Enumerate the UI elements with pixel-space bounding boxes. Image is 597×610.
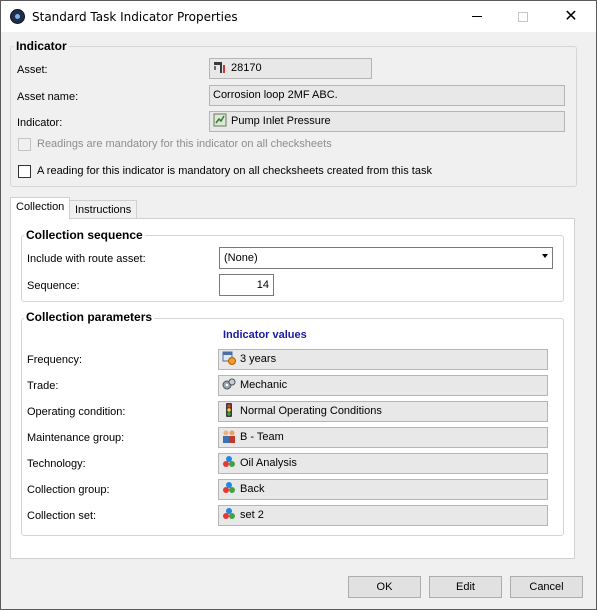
traffic-light-icon xyxy=(222,403,236,418)
gears-icon xyxy=(222,377,236,391)
tab-instructions[interactable]: Instructions xyxy=(69,200,138,220)
cancel-button[interactable]: Cancel xyxy=(510,576,583,598)
maximize-icon xyxy=(518,12,528,22)
indicator-values-header: Indicator values xyxy=(223,329,307,341)
app-icon xyxy=(10,9,25,24)
collection-sequence-title: Collection sequence xyxy=(24,228,145,242)
route-asset-value: (None) xyxy=(224,252,258,264)
reading-mandatory-task-label: A reading for this indicator is mandator… xyxy=(37,165,432,177)
ok-button[interactable]: OK xyxy=(348,576,421,598)
collection-group-field: Back xyxy=(218,479,548,500)
indicator-field: Pump Inlet Pressure xyxy=(209,111,565,132)
asset-name-value: Corrosion loop 2MF ABC. xyxy=(213,89,338,101)
asset-name-label: Asset name: xyxy=(17,91,79,103)
chevron-down-icon xyxy=(542,254,548,258)
route-asset-label: Include with route asset: xyxy=(27,253,146,265)
maintenance-group-field: B - Team xyxy=(218,427,548,448)
trade-field: Mechanic xyxy=(218,375,548,396)
sequence-input[interactable]: 14 xyxy=(219,274,274,296)
maintenance-group-value: B - Team xyxy=(240,431,284,443)
team-icon xyxy=(222,429,236,444)
tab-collection[interactable]: Collection xyxy=(10,197,71,219)
reading-mandatory-task-checkbox[interactable] xyxy=(18,165,31,178)
collection-set-value: set 2 xyxy=(240,509,264,521)
title-bar[interactable]: Standard Task Indicator Properties ✕ xyxy=(1,1,596,32)
indicator-group-title: Indicator xyxy=(14,39,69,53)
maximize-button xyxy=(500,1,546,32)
collection-group-label: Collection group: xyxy=(27,484,110,496)
minimize-button[interactable] xyxy=(454,1,500,32)
operating-condition-value: Normal Operating Conditions xyxy=(240,405,382,417)
close-button[interactable]: ✕ xyxy=(548,1,594,32)
indicator-value: Pump Inlet Pressure xyxy=(231,115,331,127)
dialog-window: Standard Task Indicator Properties ✕ Ind… xyxy=(0,0,597,610)
frequency-value: 3 years xyxy=(240,353,277,365)
asset-label: Asset: xyxy=(17,64,48,76)
collection-set-label: Collection set: xyxy=(27,510,97,522)
route-asset-select[interactable]: (None) xyxy=(219,247,553,269)
maintenance-group-label: Maintenance group: xyxy=(27,432,125,444)
readings-mandatory-checkbox[interactable] xyxy=(18,138,31,151)
asset-field: 28170 xyxy=(209,58,372,79)
colored-balls-icon xyxy=(222,507,236,521)
technology-value: Oil Analysis xyxy=(240,457,297,469)
operating-condition-label: Operating condition: xyxy=(27,406,126,418)
minimize-icon xyxy=(472,16,482,17)
close-icon: ✕ xyxy=(564,8,578,25)
gauge-icon xyxy=(213,113,227,127)
colored-balls-icon xyxy=(222,455,236,469)
collection-group-value: Back xyxy=(240,483,265,495)
edit-button[interactable]: Edit xyxy=(429,576,502,598)
sequence-label: Sequence: xyxy=(27,280,80,292)
colored-balls-icon xyxy=(222,481,236,495)
asset-icon xyxy=(213,60,227,74)
readings-mandatory-label: Readings are mandatory for this indicato… xyxy=(37,138,332,150)
trade-label: Trade: xyxy=(27,380,59,392)
technology-label: Technology: xyxy=(27,458,86,470)
operating-condition-field: Normal Operating Conditions xyxy=(218,401,548,422)
frequency-field: 3 years xyxy=(218,349,548,370)
indicator-label: Indicator: xyxy=(17,117,63,129)
trade-value: Mechanic xyxy=(240,379,288,391)
asset-name-field: Corrosion loop 2MF ABC. xyxy=(209,85,565,106)
frequency-label: Frequency: xyxy=(27,354,83,366)
asset-value: 28170 xyxy=(231,62,262,74)
collection-set-field: set 2 xyxy=(218,505,548,526)
calendar-clock-icon xyxy=(222,351,236,366)
window-title: Standard Task Indicator Properties xyxy=(32,10,238,24)
collection-parameters-title: Collection parameters xyxy=(24,310,155,324)
technology-field: Oil Analysis xyxy=(218,453,548,474)
